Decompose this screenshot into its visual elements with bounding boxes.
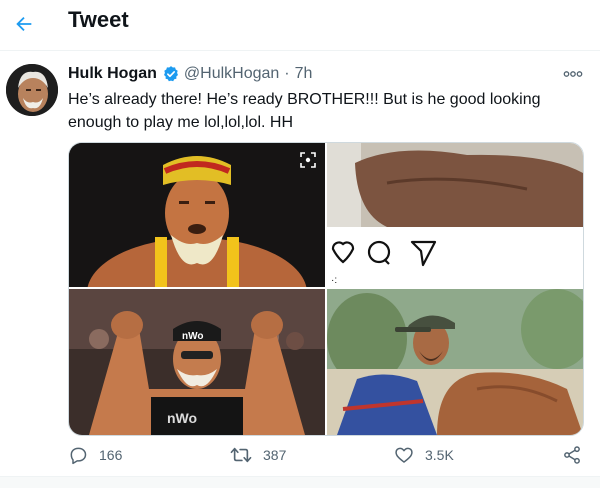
more-options-button[interactable] xyxy=(560,64,586,84)
actor-cap-workout-photo[interactable] xyxy=(327,289,583,435)
tweet-text: He’s already there! He’s ready BROTHER!!… xyxy=(68,91,541,131)
arrow-left-icon xyxy=(16,16,32,32)
media-grid: ·: nWo nWo xyxy=(68,142,584,436)
retweet-button[interactable]: 387 xyxy=(230,440,286,470)
page-title: Tweet xyxy=(68,7,129,32)
svg-text:nWo: nWo xyxy=(167,410,197,426)
svg-text:·:: ·: xyxy=(331,275,337,286)
reply-button[interactable]: 166 xyxy=(68,440,122,470)
share-button[interactable] xyxy=(562,440,582,470)
retweet-icon xyxy=(230,447,252,463)
share-icon xyxy=(564,446,580,464)
tweet-timestamp[interactable]: 7h xyxy=(295,65,313,83)
display-name[interactable]: Hulk Hogan xyxy=(68,65,157,83)
hogan-bandana-photo[interactable] xyxy=(69,143,325,287)
like-count: 3.5K xyxy=(425,447,454,463)
separator-dot: · xyxy=(284,65,290,82)
like-button[interactable]: 3.5K xyxy=(394,440,454,470)
section-divider xyxy=(0,476,600,488)
tweet-author-row: Hulk Hogan @HulkHogan · 7h xyxy=(68,63,312,85)
tweet-actions: 166 387 3.5K xyxy=(68,440,584,470)
more-options-icon xyxy=(563,71,583,77)
expand-icon[interactable] xyxy=(299,151,317,169)
top-bar: Tweet xyxy=(0,0,600,51)
user-handle[interactable]: @HulkHogan xyxy=(184,65,279,83)
back-button[interactable] xyxy=(6,6,42,42)
flexing-arm-instagram-photo[interactable]: ·: xyxy=(327,143,583,287)
hogan-flexing-nwo-photo[interactable]: nWo nWo xyxy=(69,289,325,435)
reply-count: 166 xyxy=(99,447,123,463)
verified-badge-icon xyxy=(162,65,180,83)
retweet-count: 387 xyxy=(263,447,287,463)
heart-icon xyxy=(395,447,413,463)
svg-text:nWo: nWo xyxy=(182,331,203,342)
avatar[interactable] xyxy=(6,64,58,116)
reply-icon xyxy=(70,447,87,465)
